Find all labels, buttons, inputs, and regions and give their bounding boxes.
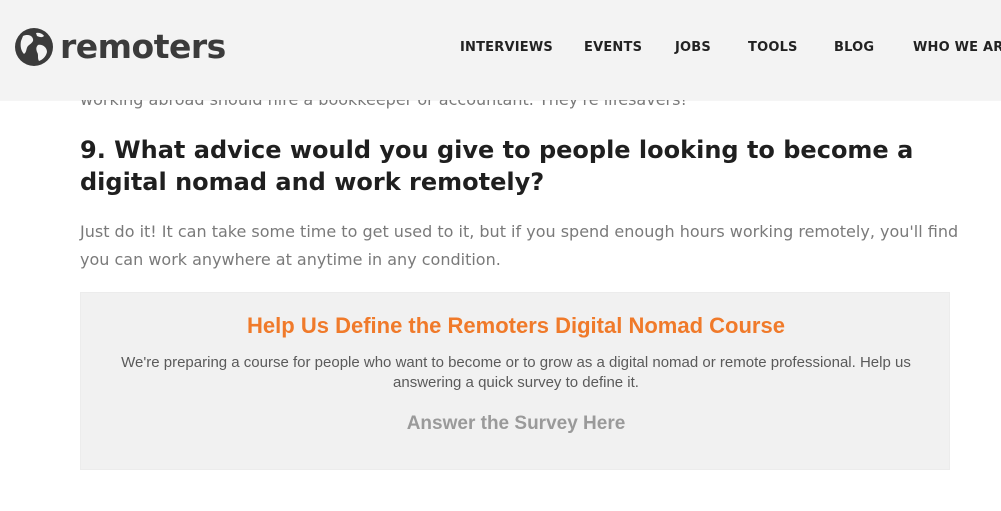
nav-item-jobs[interactable]: JOBS [675,40,711,55]
globe-icon [14,27,54,67]
logo-wordmark: remoters [60,27,226,66]
nav-item-interviews[interactable]: INTERVIEWS [460,40,553,55]
site-logo[interactable]: remoters [14,27,226,67]
question-heading: 9. What advice would you give to people … [80,136,914,196]
callout-description: We're preparing a course for people who … [121,354,911,391]
answer-survey-link[interactable]: Answer the Survey Here [81,413,951,435]
page: working abroad should hire a bookkeeper … [0,0,1001,511]
nav-item-events[interactable]: EVENTS [584,40,642,55]
callout-title: Help Us Define the Remoters Digital Noma… [247,313,785,338]
nav-item-tools[interactable]: TOOLS [748,40,798,55]
survey-callout: Help Us Define the Remoters Digital Noma… [80,292,950,470]
nav-item-who-we-are[interactable]: WHO WE ARE [913,40,1001,55]
answer-paragraph: Just do it! It can take some time to get… [80,222,959,269]
nav-item-blog[interactable]: BLOG [834,40,874,55]
site-header: remoters INTERVIEWS EVENTS JOBS TOOLS BL… [0,0,1001,100]
